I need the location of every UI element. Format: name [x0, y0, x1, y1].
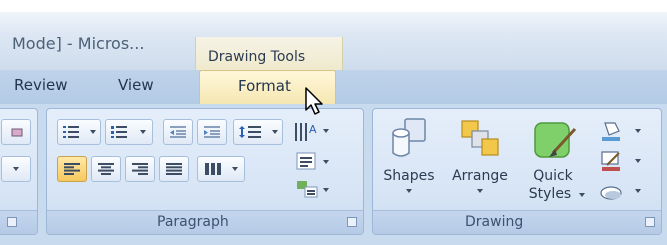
tab-view[interactable]: View	[118, 76, 154, 94]
ribbon-tabs: Review View Format	[0, 70, 667, 104]
chevron-down-icon	[579, 193, 585, 197]
align-right-icon	[132, 163, 148, 175]
justify-icon	[166, 163, 182, 175]
group-label-drawing: Drawing	[465, 214, 524, 230]
arrange-label: Arrange	[452, 168, 508, 184]
tab-review[interactable]: Review	[14, 76, 68, 94]
increase-indent-icon	[204, 126, 220, 138]
shape-effects-button[interactable]	[599, 179, 643, 205]
bullets-icon	[63, 126, 79, 138]
chevron-down-icon	[323, 188, 329, 192]
line-spacing-button[interactable]	[233, 119, 283, 145]
chevron-down-icon	[635, 189, 641, 193]
ribbon-body: A Paragraph Shapes Arrange Quick Styles …	[0, 104, 667, 245]
center-icon	[98, 163, 114, 175]
shape-fill-button[interactable]	[599, 119, 643, 145]
align-text-icon	[296, 152, 316, 170]
justify-button[interactable]	[159, 156, 189, 182]
numbering-icon	[111, 126, 127, 138]
drawing-group-label-bar: Drawing	[373, 210, 661, 234]
decrease-indent-button[interactable]	[163, 119, 193, 145]
shapes-button[interactable]: Shapes	[379, 117, 439, 209]
arrange-button[interactable]: Arrange	[443, 117, 517, 209]
svg-text:A: A	[309, 123, 317, 136]
context-tab-group-label: Drawing Tools	[208, 49, 306, 65]
convert-to-smartart-button[interactable]	[293, 179, 329, 201]
window-title: Mode] - Micros...	[12, 34, 145, 53]
partial-group-label-bar	[0, 210, 37, 234]
text-direction-button[interactable]: A	[293, 119, 329, 145]
tab-format-label: Format	[238, 77, 291, 95]
align-left-icon	[64, 163, 80, 175]
columns-icon	[205, 163, 221, 175]
group-drawing: Shapes Arrange Quick Styles Drawing	[372, 108, 662, 235]
arrange-icon	[461, 120, 499, 156]
paragraph-group-label-bar: Paragraph	[47, 210, 363, 234]
eraser-icon	[11, 128, 23, 137]
quick-styles-label-line1: Quick	[533, 168, 573, 184]
chevron-down-icon	[323, 160, 329, 164]
chevron-down-icon	[635, 159, 641, 163]
chevron-down-icon	[323, 129, 329, 133]
line-spacing-icon	[239, 126, 261, 138]
columns-button[interactable]	[197, 156, 245, 182]
shapes-icon	[392, 118, 426, 157]
dialog-launcher-icon[interactable]	[7, 217, 17, 227]
center-button[interactable]	[91, 156, 121, 182]
bullets-button[interactable]	[57, 119, 101, 145]
chevron-down-icon	[90, 130, 96, 134]
quick-styles-icon	[534, 122, 577, 158]
group-paragraph: A Paragraph	[46, 108, 364, 235]
mouse-cursor-icon	[305, 87, 323, 115]
chevron-down-icon	[635, 129, 641, 133]
increase-indent-button[interactable]	[197, 119, 227, 145]
decrease-indent-icon	[170, 126, 186, 138]
partial-button-bottom[interactable]	[1, 156, 31, 182]
partial-button-top[interactable]	[1, 119, 31, 145]
shape-fill-icon	[602, 122, 620, 141]
chevron-down-icon	[232, 167, 238, 171]
chevron-down-icon	[272, 130, 278, 134]
quick-styles-button[interactable]: Quick Styles	[523, 117, 589, 209]
numbering-button[interactable]	[105, 119, 153, 145]
chevron-down-icon	[13, 167, 19, 171]
align-right-button[interactable]	[125, 156, 155, 182]
drawing-dialog-launcher-icon[interactable]	[645, 217, 655, 227]
chevron-down-icon	[477, 189, 483, 193]
chevron-down-icon	[140, 130, 146, 134]
align-left-button[interactable]	[57, 156, 87, 182]
word-ribbon-screenshot: Mode] - Micros... Drawing Tools Review V…	[0, 0, 667, 245]
shape-effects-icon	[600, 186, 622, 200]
shape-outline-icon	[601, 151, 620, 171]
title-bar: Mode] - Micros... Drawing Tools	[0, 0, 667, 82]
chevron-down-icon	[406, 189, 412, 193]
group-label-paragraph: Paragraph	[157, 214, 229, 230]
shape-outline-button[interactable]	[599, 149, 643, 175]
align-text-button[interactable]	[293, 151, 329, 173]
quick-styles-label-line2: Styles	[528, 186, 572, 202]
smartart-convert-icon	[297, 181, 318, 198]
paragraph-dialog-launcher-icon[interactable]	[347, 217, 357, 227]
group-partial-left	[0, 108, 38, 235]
text-direction-icon: A	[295, 123, 317, 141]
shapes-label: Shapes	[383, 168, 435, 184]
